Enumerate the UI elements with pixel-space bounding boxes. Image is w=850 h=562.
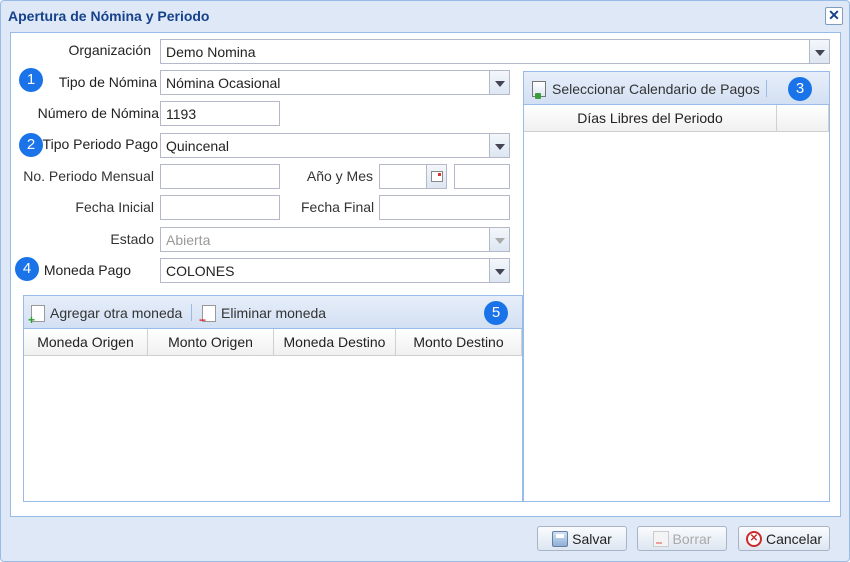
moneda-pago-combo[interactable]: COLONES xyxy=(160,258,490,283)
tipo-nomina-label: Tipo de Nómina xyxy=(58,74,157,90)
organizacion-combo[interactable]: Demo Nomina xyxy=(160,39,810,64)
cancel-button[interactable]: ✕ Cancelar xyxy=(738,526,830,551)
estado-chevron-down-icon xyxy=(489,227,510,252)
estado-combo: Abierta xyxy=(160,227,490,252)
currency-grid: + Agregar otra moneda − Eliminar moneda … xyxy=(23,295,523,502)
toolbar-separator xyxy=(191,304,192,321)
select-calendar-button[interactable]: Seleccionar Calendario de Pagos xyxy=(532,78,760,100)
toolbar-separator xyxy=(766,80,767,97)
moneda-pago-chevron-down-icon[interactable] xyxy=(489,258,510,283)
column-header-dias-libres[interactable]: Días Libres del Periodo xyxy=(524,105,777,132)
delete-button[interactable]: Borrar xyxy=(637,526,727,551)
document-plus-icon: + xyxy=(28,304,45,326)
add-currency-button[interactable]: + Agregar otra moneda xyxy=(28,302,183,326)
close-icon[interactable]: ✕ xyxy=(825,7,843,25)
column-header-moneda-origen[interactable]: Moneda Origen xyxy=(24,329,148,356)
badge-5: 5 xyxy=(484,301,508,325)
badge-3: 3 xyxy=(788,77,812,101)
tipo-periodo-pago-combo[interactable]: Quincenal xyxy=(160,133,490,158)
column-header-moneda-destino[interactable]: Moneda Destino xyxy=(274,329,396,356)
tipo-periodo-pago-chevron-down-icon[interactable] xyxy=(489,133,510,158)
estado-label: Estado xyxy=(110,231,154,247)
remove-currency-label: Eliminar moneda xyxy=(221,305,327,321)
tipo-periodo-pago-label: Tipo Periodo Pago xyxy=(42,136,158,152)
column-header-monto-destino[interactable]: Monto Destino xyxy=(396,329,522,356)
organizacion-chevron-down-icon[interactable] xyxy=(809,39,830,64)
fecha-inicial-input[interactable] xyxy=(160,195,280,220)
delete-label: Borrar xyxy=(672,530,712,547)
numero-nomina-input[interactable]: 1193 xyxy=(160,101,280,126)
select-calendar-label: Seleccionar Calendario de Pagos xyxy=(552,81,760,97)
fecha-inicial-label: Fecha Inicial xyxy=(75,199,154,215)
calendar-icon xyxy=(532,81,546,99)
remove-currency-button[interactable]: − Eliminar moneda xyxy=(199,302,327,326)
no-periodo-mensual-label: No. Periodo Mensual xyxy=(23,168,154,184)
column-header-monto-origen[interactable]: Monto Origen xyxy=(148,329,274,356)
anio-mes-input[interactable] xyxy=(379,164,427,189)
numero-nomina-label: Número de Nómina xyxy=(37,105,159,121)
dialog-title: Apertura de Nómina y Periodo xyxy=(8,8,210,24)
currency-grid-toolbar: + Agregar otra moneda − Eliminar moneda … xyxy=(24,296,522,329)
add-currency-label: Agregar otra moneda xyxy=(50,305,183,321)
tipo-nomina-combo[interactable]: Nómina Ocasional xyxy=(160,70,490,95)
document-minus-icon: − xyxy=(199,304,216,326)
calendar-grid-toolbar: Seleccionar Calendario de Pagos 3 xyxy=(524,72,829,105)
fecha-final-label: Fecha Final xyxy=(301,199,375,215)
cancel-label: Cancelar xyxy=(765,530,823,547)
organizacion-label: Organización xyxy=(68,42,152,58)
dialog-window: Apertura de Nómina y Periodo ✕ Organizac… xyxy=(0,0,850,562)
column-header-extra[interactable] xyxy=(777,105,829,132)
save-label: Salvar xyxy=(572,530,612,547)
calendar-picker-icon[interactable] xyxy=(426,164,447,189)
floppy-disk-icon xyxy=(552,530,569,547)
tipo-nomina-chevron-down-icon[interactable] xyxy=(489,70,510,95)
anio-mes-secondary-input[interactable] xyxy=(454,164,510,189)
save-button[interactable]: Salvar xyxy=(537,526,627,551)
anio-mes-label: Año y Mes xyxy=(306,168,373,184)
cancel-icon: ✕ xyxy=(745,530,762,547)
moneda-pago-label: Moneda Pago xyxy=(43,262,131,278)
no-periodo-mensual-input[interactable] xyxy=(160,164,280,189)
form-panel: Organización Demo Nomina 1 Tipo de Nómin… xyxy=(10,32,841,517)
calendar-grid: Seleccionar Calendario de Pagos 3 Días L… xyxy=(523,71,830,502)
fecha-final-input[interactable] xyxy=(379,195,510,220)
delete-icon xyxy=(652,530,669,547)
title-bar[interactable]: Apertura de Nómina y Periodo ✕ xyxy=(1,1,849,31)
